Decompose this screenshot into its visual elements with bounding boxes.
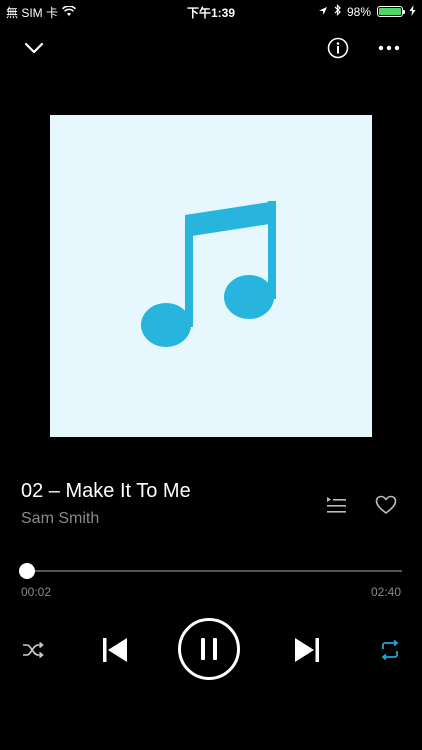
status-bar: 無 SIM 卡 下午1:39 98%	[0, 0, 422, 22]
battery-icon	[377, 6, 405, 17]
pause-icon	[201, 638, 217, 660]
location-arrow-icon	[318, 5, 328, 19]
battery-percent: 98%	[346, 4, 371, 19]
repeat-icon[interactable]	[376, 638, 404, 662]
battery-level-fill	[379, 8, 401, 15]
info-icon[interactable]	[324, 34, 352, 62]
skip-next-icon[interactable]	[290, 634, 324, 666]
charging-bolt-icon	[409, 4, 416, 19]
more-icon[interactable]	[374, 34, 404, 62]
pause-button[interactable]	[178, 618, 240, 680]
heart-icon[interactable]	[372, 492, 400, 518]
chevron-down-icon[interactable]	[20, 34, 48, 62]
status-right: 98%	[318, 4, 416, 19]
progress-knob[interactable]	[18, 563, 35, 579]
album-art	[50, 115, 372, 437]
total-time: 02:40	[370, 585, 401, 599]
shuffle-icon[interactable]	[20, 638, 46, 662]
bluetooth-icon	[334, 4, 341, 19]
music-note-icon	[141, 201, 276, 347]
elapsed-time: 00:02	[21, 585, 52, 599]
track-artist[interactable]: Sam Smith	[21, 510, 99, 528]
progress-bar[interactable]	[18, 563, 402, 579]
queue-icon[interactable]	[322, 492, 350, 518]
track-title: 02 – Make It To Me	[21, 480, 191, 502]
player-top-bar	[0, 30, 422, 70]
skip-previous-icon[interactable]	[98, 634, 132, 666]
